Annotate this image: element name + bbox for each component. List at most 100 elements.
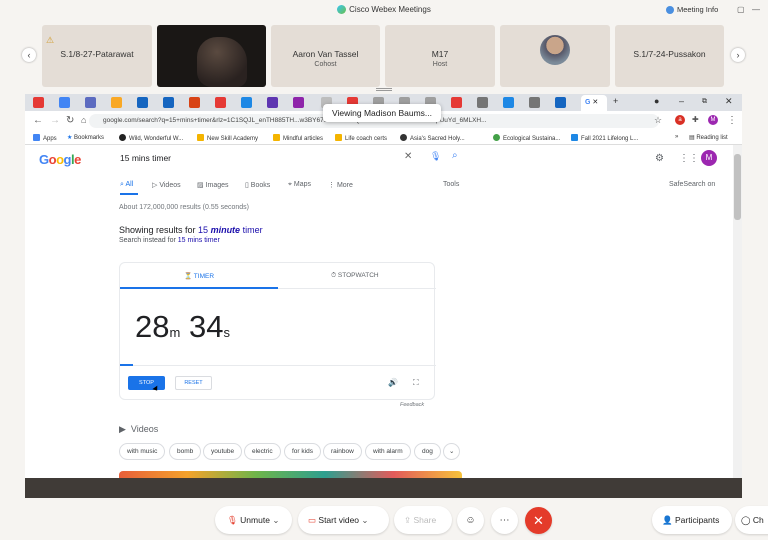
- window-close-icon[interactable]: ✕: [725, 96, 733, 107]
- scroll-right-button[interactable]: ›: [731, 48, 745, 62]
- participant-video-tile[interactable]: [157, 25, 266, 87]
- tab-icon[interactable]: [529, 97, 540, 108]
- filter-chip[interactable]: dog: [414, 443, 441, 460]
- tab-stopwatch[interactable]: ⏱ STOPWATCH: [331, 272, 379, 280]
- bookmark-item[interactable]: New Skill Academy: [197, 134, 258, 142]
- apps-grid-icon[interactable]: ⋮⋮: [679, 153, 699, 164]
- scrollbar-thumb[interactable]: [734, 154, 741, 220]
- participant-tile[interactable]: [500, 25, 610, 87]
- corrected-query-link[interactable]: 15 minute timer: [198, 225, 263, 235]
- tab-icon[interactable]: [137, 97, 148, 108]
- tab-icon[interactable]: [241, 97, 252, 108]
- safesearch-toggle[interactable]: SafeSearch on: [669, 181, 715, 188]
- sound-icon[interactable]: 🔊: [388, 378, 398, 387]
- bookmark-overflow-icon[interactable]: »: [675, 134, 678, 140]
- bookmark-apps[interactable]: Apps: [33, 134, 57, 142]
- more-options-icon[interactable]: ⋯: [491, 507, 518, 534]
- filter-chip[interactable]: with music: [119, 443, 166, 460]
- start-video-button[interactable]: ▭ Start video ⌄: [298, 506, 389, 534]
- home-icon[interactable]: ⌂: [81, 115, 86, 125]
- tab-icon[interactable]: [267, 97, 278, 108]
- tab-icon[interactable]: [555, 97, 566, 108]
- filter-chip[interactable]: youtube: [203, 443, 243, 460]
- feedback-link[interactable]: Feedback: [400, 402, 424, 408]
- tools-button[interactable]: Tools: [443, 181, 459, 188]
- tab-active[interactable]: G ✕: [581, 95, 607, 111]
- window-restore-icon[interactable]: ⧉: [702, 98, 707, 106]
- tab-youtube-icon[interactable]: [33, 97, 44, 108]
- end-call-icon[interactable]: ✕: [525, 507, 552, 534]
- participant-tile[interactable]: ⚠ S.1/8-27-Patarawat: [42, 25, 152, 87]
- tab-videos[interactable]: ▷ Videos: [152, 181, 181, 189]
- reading-list[interactable]: ▤ Reading list: [689, 134, 728, 141]
- original-query-link[interactable]: 15 mins timer: [178, 237, 220, 244]
- reset-button[interactable]: RESET: [175, 376, 212, 390]
- menu-icon[interactable]: ⋮: [727, 115, 737, 126]
- reload-icon[interactable]: ↻: [66, 115, 74, 126]
- microphone-icon[interactable]: 🎙: [430, 151, 441, 162]
- bookmark-item[interactable]: Mindful articles: [273, 134, 323, 142]
- tab-youtube-icon[interactable]: [215, 97, 226, 108]
- extensions-puzzle-icon[interactable]: ✚: [692, 115, 699, 124]
- tab-images[interactable]: ▨ Images: [197, 181, 229, 189]
- bookmark-item[interactable]: Ecological Sustaina...: [493, 134, 560, 142]
- bookmark-star-icon[interactable]: ☆: [654, 115, 662, 126]
- window-minimize-icon[interactable]: –: [679, 96, 684, 106]
- participant-tile[interactable]: M17 Host: [385, 25, 495, 87]
- extension-icon[interactable]: a: [675, 115, 685, 125]
- close-button[interactable]: —: [752, 5, 760, 14]
- chevron-down-icon[interactable]: ⌄: [361, 515, 368, 525]
- tab-maps[interactable]: ⌖ Maps: [288, 181, 311, 189]
- google-logo[interactable]: Google: [39, 152, 81, 167]
- tab-icon[interactable]: [111, 97, 122, 108]
- meeting-info-button[interactable]: Meeting Info: [666, 5, 718, 15]
- scrollbar[interactable]: [733, 145, 742, 498]
- new-tab-icon[interactable]: +: [613, 96, 618, 106]
- avatar[interactable]: M: [701, 150, 717, 166]
- minimize-button[interactable]: ▢: [737, 5, 745, 14]
- tab-icon[interactable]: [477, 97, 488, 108]
- participant-tile[interactable]: S.1/7-24-Pussakon: [615, 25, 724, 87]
- tab-more[interactable]: ⋮ More: [328, 181, 353, 189]
- filter-chip[interactable]: bomb: [169, 443, 202, 460]
- tab-icon[interactable]: [163, 97, 174, 108]
- tab-books[interactable]: ▯ Books: [245, 181, 270, 189]
- bookmark-item[interactable]: Wild, Wonderful W...: [119, 134, 183, 142]
- timer-display[interactable]: 28m 34s: [135, 309, 230, 345]
- tab-icon[interactable]: [189, 97, 200, 108]
- filter-chip[interactable]: rainbow: [323, 443, 362, 460]
- tab-icon[interactable]: [451, 97, 462, 108]
- reactions-icon[interactable]: ☺: [457, 507, 484, 534]
- bookmark-item[interactable]: Asia's Sacred Holy...: [400, 134, 465, 142]
- profile-icon[interactable]: M: [708, 115, 718, 125]
- share-button[interactable]: ⇪ Share: [394, 506, 452, 534]
- back-icon[interactable]: ←: [33, 115, 43, 126]
- tab-all[interactable]: ⌕ All: [120, 181, 133, 189]
- participants-button[interactable]: 👤 Participants: [652, 506, 732, 534]
- participant-tile[interactable]: Aaron Van Tassel Cohost: [271, 25, 380, 87]
- fullscreen-icon[interactable]: ⛶: [413, 378, 419, 388]
- tab-icon[interactable]: [503, 97, 514, 108]
- bookmark-item[interactable]: ★ Bookmarks: [67, 134, 104, 141]
- search-icon[interactable]: ⌕: [452, 150, 458, 161]
- unmute-button[interactable]: 🎙 Unmute ⌄: [215, 506, 292, 534]
- tab-icon[interactable]: [293, 97, 304, 108]
- settings-gear-icon[interactable]: ⚙: [655, 153, 664, 164]
- tab-search-icon[interactable]: ●: [654, 96, 659, 106]
- tab-icon[interactable]: [85, 97, 96, 108]
- tab-timer[interactable]: ⏳ TIMER: [184, 272, 214, 280]
- tab-icon[interactable]: [59, 97, 70, 108]
- bookmark-item[interactable]: Life coach certs: [335, 134, 387, 142]
- clear-icon[interactable]: ✕: [404, 151, 412, 162]
- chip-expand-icon[interactable]: ⌄: [443, 443, 461, 460]
- chat-button[interactable]: ◯ Ch: [735, 506, 768, 534]
- forward-icon[interactable]: →: [50, 115, 60, 126]
- resize-handle[interactable]: [376, 88, 392, 91]
- scroll-left-button[interactable]: ‹: [22, 48, 36, 62]
- chevron-down-icon[interactable]: ⌄: [272, 515, 279, 525]
- bookmark-item[interactable]: Fall 2021 Lifelong L...: [571, 134, 638, 142]
- filter-chip[interactable]: electric: [244, 443, 281, 460]
- filter-chip[interactable]: for kids: [284, 443, 321, 460]
- search-input[interactable]: 15 mins timer: [109, 147, 473, 169]
- filter-chip[interactable]: with alarm: [365, 443, 411, 460]
